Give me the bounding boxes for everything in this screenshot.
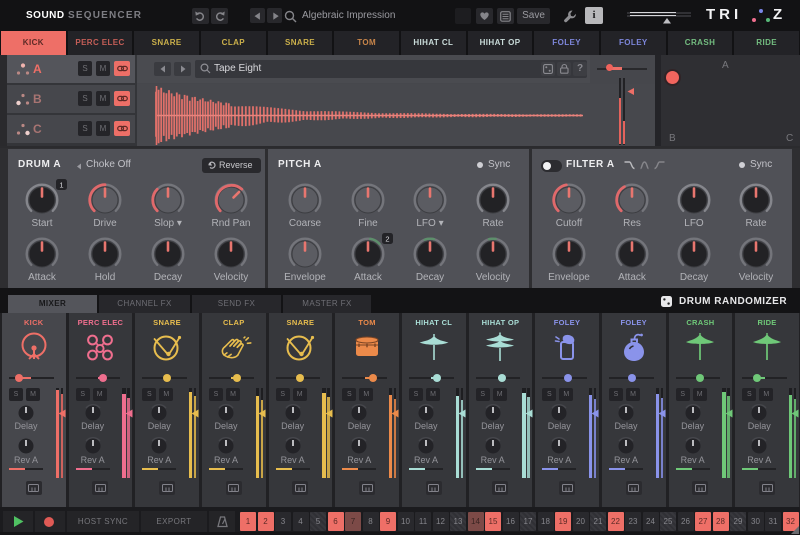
svg-text:2: 2 bbox=[385, 235, 389, 244]
svg-text:1: 1 bbox=[59, 181, 63, 190]
